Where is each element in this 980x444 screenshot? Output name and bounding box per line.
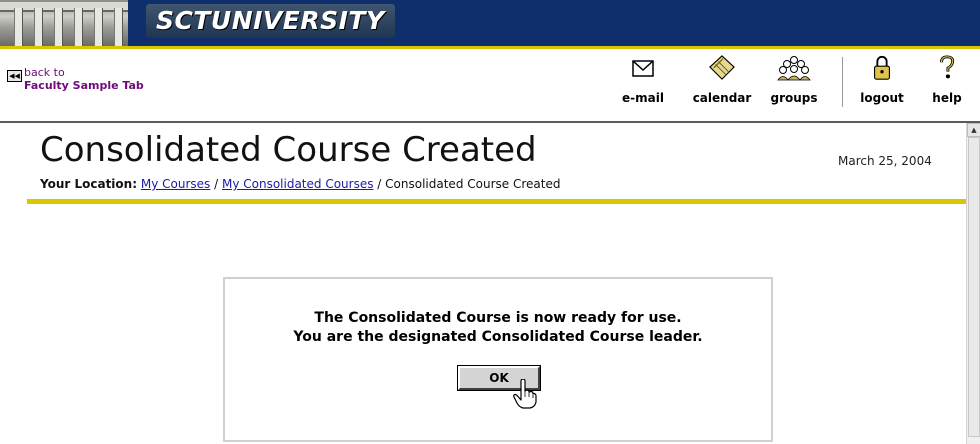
site-banner: SCTUNIVERSITY	[0, 0, 980, 46]
hand-pointer-cursor-icon	[513, 379, 537, 409]
campus-building-photo	[0, 0, 128, 46]
help-button[interactable]: help	[922, 55, 972, 105]
breadcrumb-prefix: Your Location:	[40, 177, 138, 191]
toolbar-divider	[842, 57, 843, 107]
scroll-up-arrow-icon[interactable]: ▲	[967, 123, 980, 137]
envelope-icon	[632, 60, 654, 77]
groups-label: groups	[770, 91, 818, 105]
message-line-1: The Consolidated Course is now ready for…	[314, 310, 682, 326]
help-label: help	[932, 91, 962, 105]
breadcrumb-separator: /	[214, 177, 219, 191]
breadcrumb-link-my-consolidated-courses[interactable]: My Consolidated Courses	[222, 177, 374, 191]
question-mark-icon	[940, 55, 955, 79]
logout-label: logout	[860, 91, 904, 105]
toolbar-divider-line	[0, 121, 980, 123]
logout-button[interactable]: logout	[854, 55, 910, 105]
vertical-scrollbar[interactable]: ▲	[966, 123, 980, 444]
scrollbar-thumb[interactable]	[968, 137, 980, 437]
rewind-icon[interactable]: ◀◀	[7, 70, 22, 82]
back-link[interactable]: Faculty Sample Tab	[24, 79, 144, 92]
page-date: March 25, 2004	[838, 154, 932, 168]
calendar-label: calendar	[692, 91, 752, 105]
content-divider	[27, 199, 966, 204]
padlock-icon	[874, 55, 890, 80]
university-logo-text: SCTUNIVERSITY	[146, 4, 395, 38]
breadcrumb-link-my-courses[interactable]: My Courses	[141, 177, 210, 191]
page-title: Consolidated Course Created	[40, 130, 537, 170]
message-line-2: You are the designated Consolidated Cour…	[293, 329, 703, 345]
breadcrumb: Your Location: My Courses / My Consolida…	[40, 177, 560, 191]
breadcrumb-current: Consolidated Course Created	[385, 177, 561, 191]
people-icon	[777, 56, 811, 81]
groups-button[interactable]: groups	[762, 55, 826, 105]
back-link-prefix[interactable]: back to	[24, 66, 65, 79]
calendar-icon	[709, 55, 735, 80]
breadcrumb-separator: /	[377, 177, 382, 191]
calendar-button[interactable]: calendar	[686, 55, 758, 105]
email-button[interactable]: e-mail	[614, 55, 672, 105]
confirmation-message-box: The Consolidated Course is now ready for…	[223, 277, 773, 442]
email-label: e-mail	[622, 91, 664, 105]
toolbar: ◀◀ back to Faculty Sample Tab e-mail cal…	[0, 49, 980, 121]
